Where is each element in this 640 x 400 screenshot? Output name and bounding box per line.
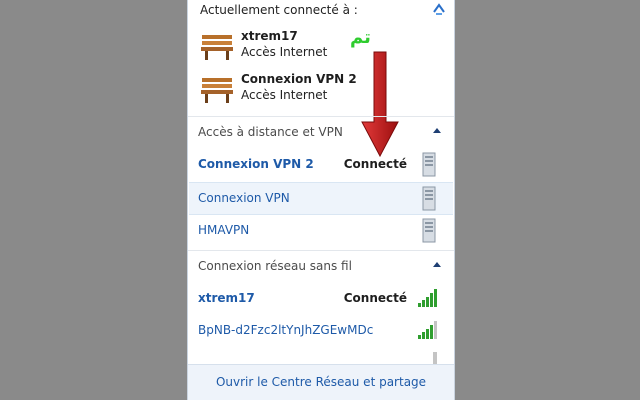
wifi-item-status: Connecté (343, 291, 407, 305)
vpn-item-name: Connexion VPN (198, 191, 290, 205)
vpn-item-connexion-vpn[interactable]: Connexion VPN (189, 182, 453, 215)
wifi-item-name: BpNB-d2Fzc2ltYnJhZGEwMDc (198, 323, 374, 337)
signal-strength-icon (418, 321, 437, 339)
wifi-section-header[interactable]: Connexion réseau sans fil (188, 252, 454, 280)
divider (188, 116, 454, 117)
server-icon (422, 218, 436, 243)
bench-icon (201, 78, 233, 103)
current-connection-xtrem17: xtrem17 Accès Internet (200, 29, 440, 67)
vpn-item-name: Connexion VPN 2 (198, 157, 314, 171)
vpn-item-hmavpn[interactable]: HMAVPN (189, 215, 453, 246)
annotation-text: تم (350, 27, 371, 48)
open-network-center-link[interactable]: Ouvrir le Centre Réseau et partage (188, 375, 454, 389)
wifi-section-title: Connexion réseau sans fil (198, 259, 352, 273)
signal-strength-icon (418, 289, 437, 307)
footer-bar: Ouvrir le Centre Réseau et partage (188, 364, 454, 400)
connection-status: Accès Internet (241, 45, 328, 59)
wifi-item-name: xtrem17 (198, 291, 255, 305)
divider (188, 250, 454, 251)
signal-strength-icon (433, 352, 437, 364)
wifi-item-bpnb[interactable]: BpNB-d2Fzc2ltYnJhZGEwMDc (189, 315, 453, 346)
connection-name: Connexion VPN 2 (241, 72, 357, 86)
current-connection-vpn2: Connexion VPN 2 Accès Internet (200, 72, 440, 110)
vpn-item-connexion-vpn-2[interactable]: Connexion VPN 2 Connecté (189, 149, 453, 180)
connection-name: xtrem17 (241, 29, 298, 43)
currently-connected-heading: Actuellement connecté à : (200, 3, 358, 17)
server-icon (422, 152, 436, 177)
vpn-item-name: HMAVPN (198, 223, 250, 237)
chevron-up-icon[interactable] (432, 260, 442, 268)
vpn-section-header[interactable]: Accès à distance et VPN (188, 118, 454, 146)
wifi-item-xtrem17[interactable]: xtrem17 Connecté (189, 283, 453, 314)
network-flyout: Actuellement connecté à : xtrem17 Accès … (187, 0, 455, 400)
refresh-icon[interactable] (430, 0, 448, 18)
server-icon (422, 186, 436, 211)
chevron-up-icon[interactable] (432, 126, 442, 134)
vpn-section-title: Accès à distance et VPN (198, 125, 343, 139)
bench-icon (201, 35, 233, 60)
wifi-item-partial[interactable] (189, 350, 453, 364)
vpn-item-status: Connecté (343, 157, 407, 171)
connection-status: Accès Internet (241, 88, 328, 102)
